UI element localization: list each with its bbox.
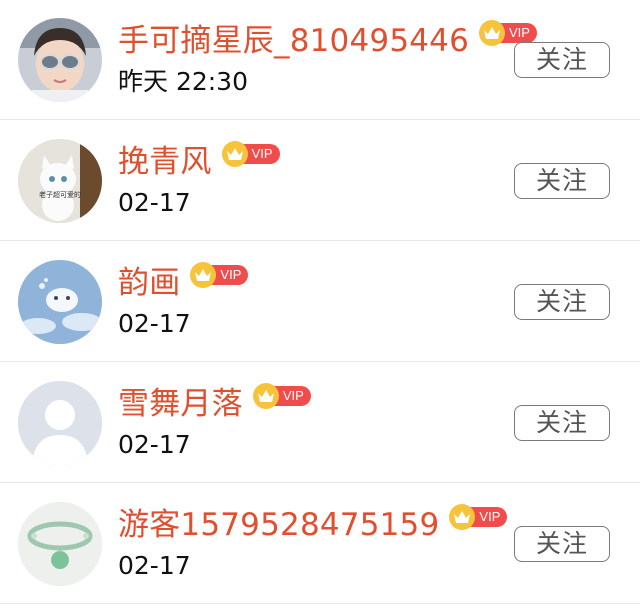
list-item[interactable]: 手可摘星辰_810495446 VIP 昨天 22:30 关注 [0,0,640,120]
avatar[interactable] [18,502,102,586]
crown-icon [221,141,248,167]
list-item[interactable]: 老子超可爱的 挽青风 VIP 02-17 关注 [0,121,640,241]
user-name[interactable]: 雪舞月落 [118,381,243,427]
timestamp: 02-17 [118,551,191,580]
user-name[interactable]: 游客1579528475159 [118,502,439,548]
crown-icon [479,20,506,46]
follow-button[interactable]: 关注 [514,163,610,199]
avatar-caption: 老子超可爱的 [39,190,81,199]
vip-badge: VIP [449,504,508,530]
list-item[interactable]: 雪舞月落 VIP 02-17 关注 [0,363,640,483]
follower-list: 手可摘星辰_810495446 VIP 昨天 22:30 关注 老子超可爱的 挽… [0,0,640,606]
user-name[interactable]: 韵画 [118,260,180,306]
follow-button[interactable]: 关注 [514,526,610,562]
avatar[interactable] [18,260,102,344]
vip-badge: VIP [479,20,537,46]
avatar[interactable] [18,18,102,102]
user-name[interactable]: 手可摘星辰_810495446 [118,18,469,64]
list-item[interactable]: 游客1579528475159 VIP 02-17 关注 [0,484,640,604]
avatar[interactable]: 老子超可爱的 [18,139,102,223]
follow-button[interactable]: 关注 [514,284,610,320]
timestamp: 昨天 22:30 [118,67,248,96]
vip-badge: VIP [221,141,280,167]
list-item[interactable]: 韵画 VIP 02-17 关注 [0,242,640,362]
crown-icon [252,383,279,409]
timestamp: 02-17 [118,430,191,459]
timestamp: 02-17 [118,188,191,217]
vip-badge: VIP [190,262,249,288]
follow-button[interactable]: 关注 [514,42,610,78]
follow-button[interactable]: 关注 [514,405,610,441]
timestamp: 02-17 [118,309,191,338]
vip-badge: VIP [252,383,311,409]
avatar[interactable] [18,381,102,465]
user-name[interactable]: 挽青风 [118,139,212,185]
